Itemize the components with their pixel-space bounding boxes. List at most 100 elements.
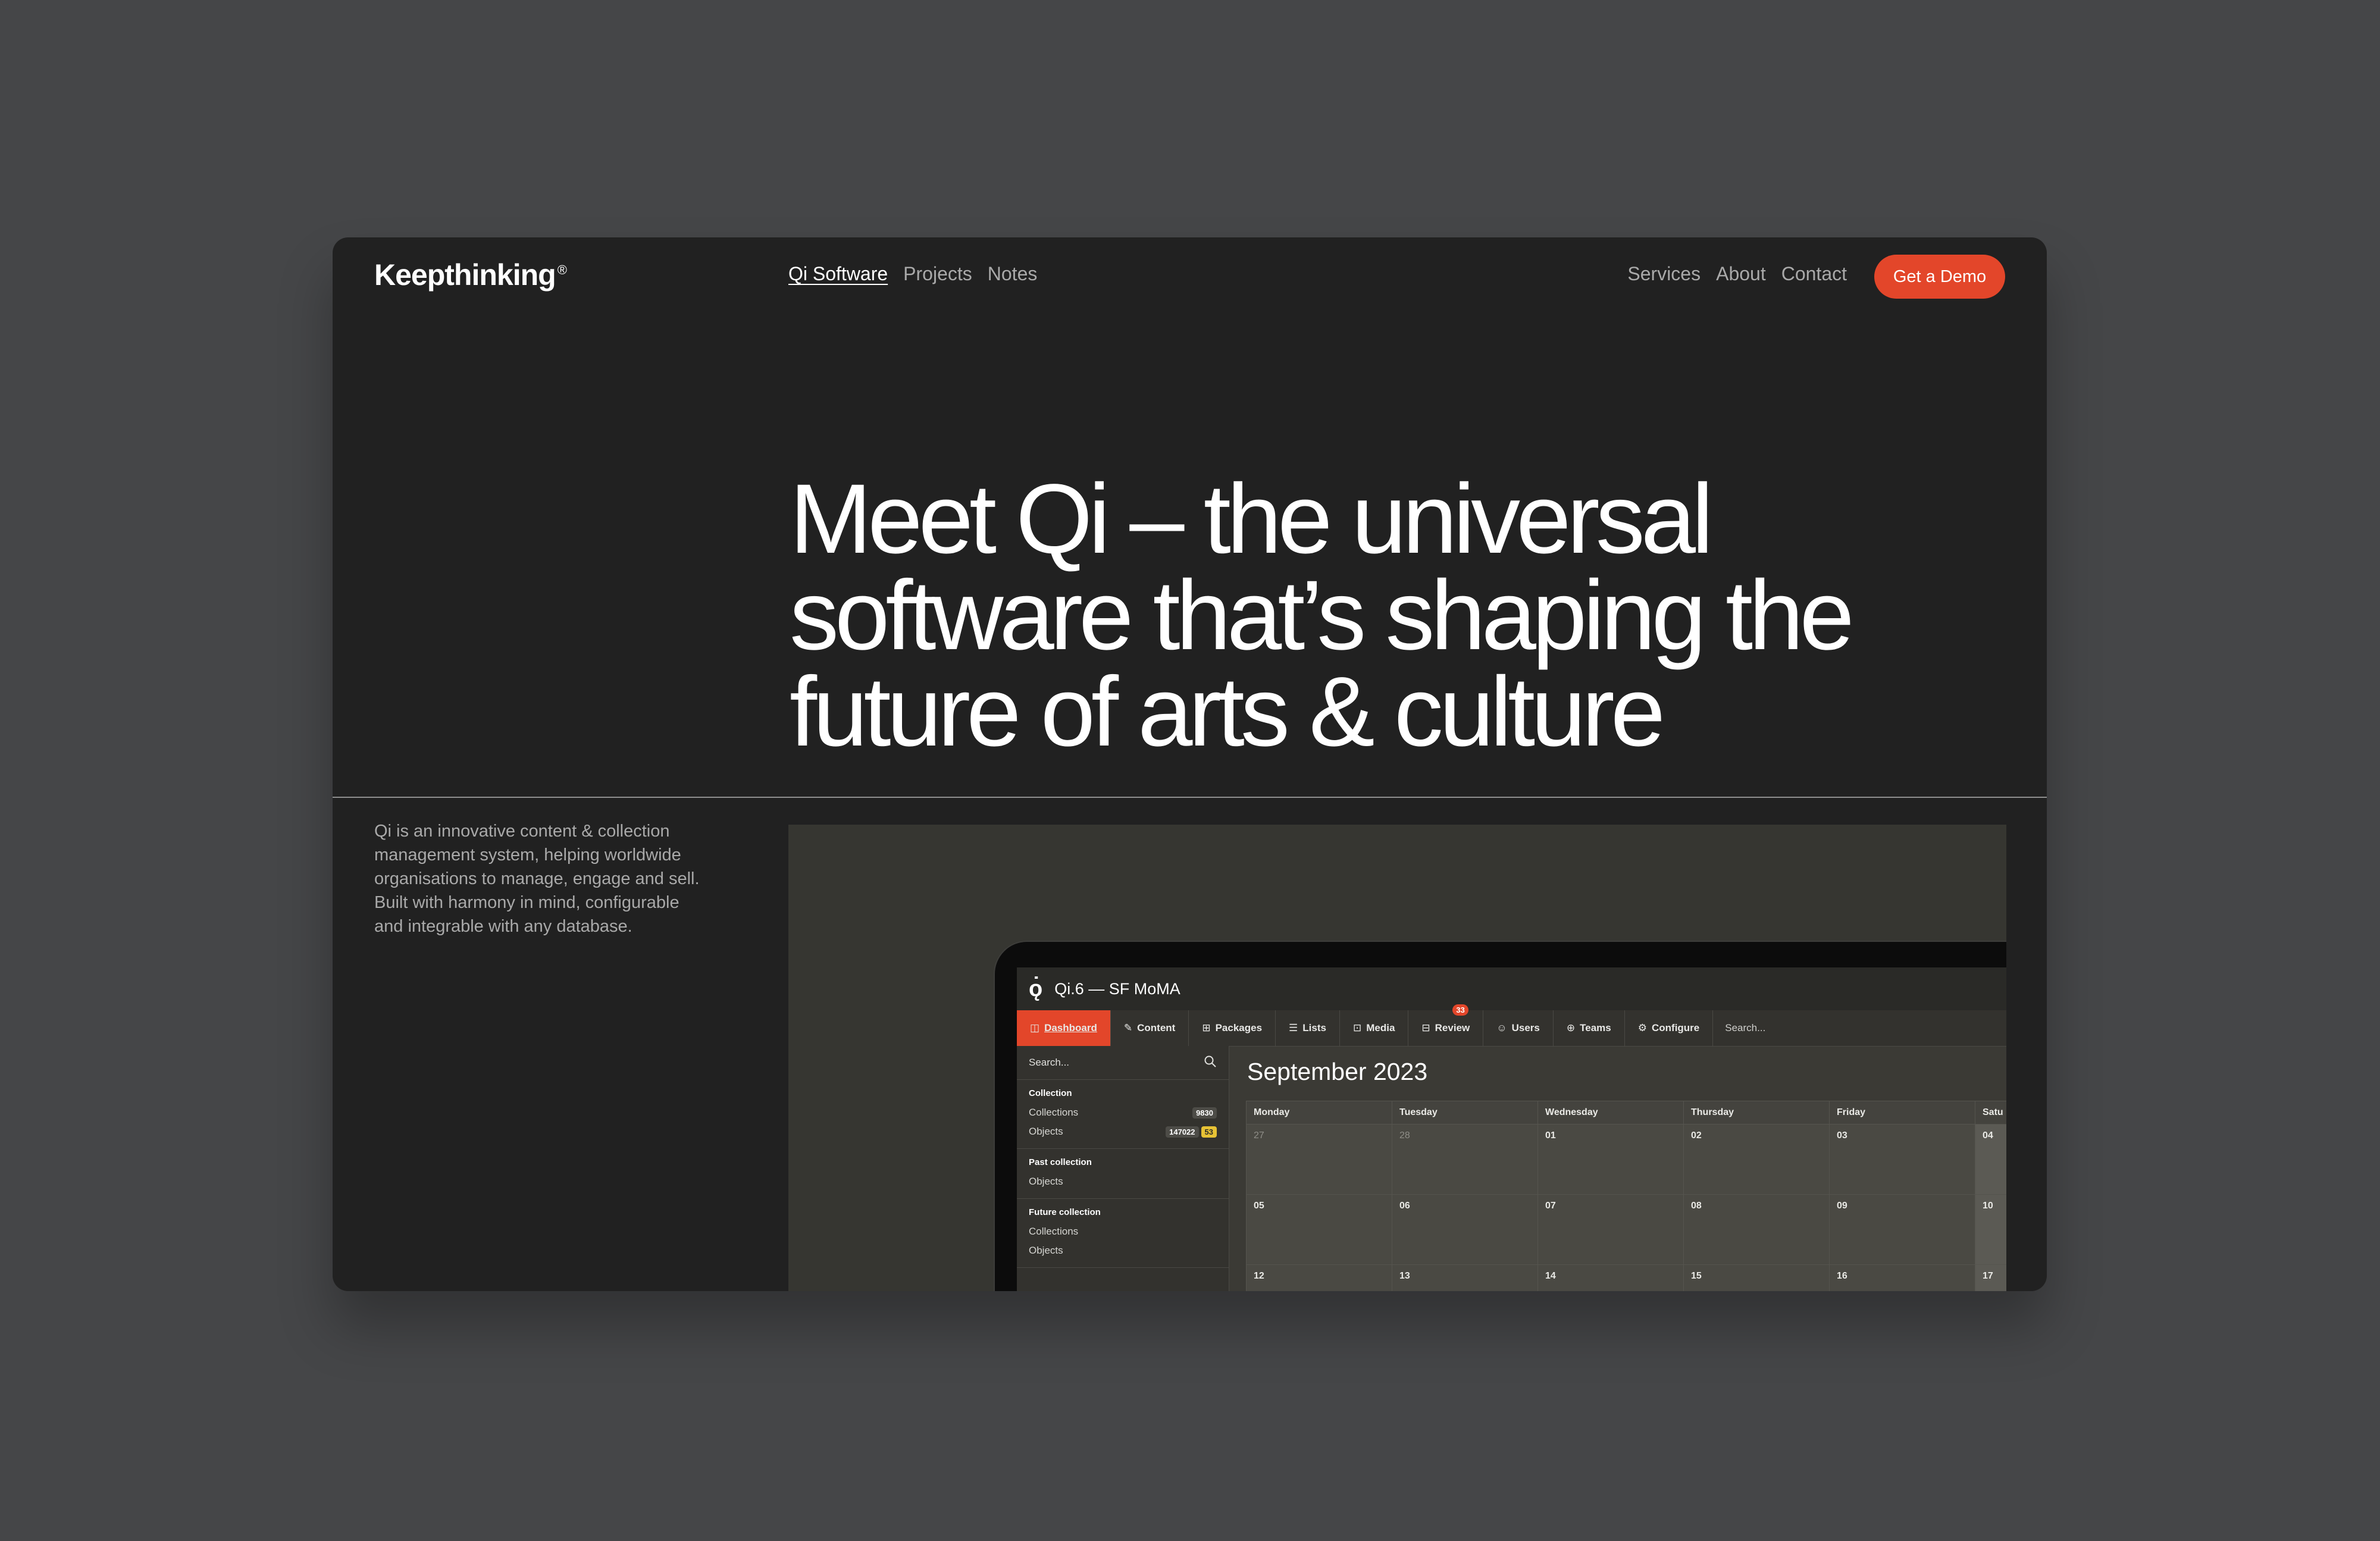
sidebar-item-label: Objects xyxy=(1029,1245,1063,1256)
calendar-day-cell[interactable]: 07 xyxy=(1538,1195,1684,1265)
sidebar-counts: 9830 xyxy=(1192,1107,1217,1119)
tab-dashboard[interactable]: ◫ Dashboard xyxy=(1017,1010,1111,1046)
calendar-day-cell[interactable]: 15 xyxy=(1684,1265,1830,1291)
sidebar-item[interactable]: Objects xyxy=(1029,1241,1217,1260)
calendar-day-cell[interactable]: 16 xyxy=(1830,1265,1975,1291)
nav-about[interactable]: About xyxy=(1716,263,1766,285)
sidebar-item-label: Collections xyxy=(1029,1107,1079,1118)
sidebar-item-label: Objects xyxy=(1029,1126,1063,1137)
users-icon: ☺ xyxy=(1496,1022,1507,1033)
tab-lists[interactable]: ☰ Lists xyxy=(1276,1010,1340,1046)
browser-window: Keepthinking ® Qi Software Projects Notes… xyxy=(333,237,2047,1291)
packages-icon: ⊞ xyxy=(1202,1022,1211,1033)
nav-projects[interactable]: Projects xyxy=(903,263,972,285)
sidebar-counts: 147022 53 xyxy=(1166,1126,1217,1138)
nav-contact[interactable]: Contact xyxy=(1781,263,1847,285)
primary-nav: Qi Software Projects Notes xyxy=(788,263,1037,285)
teams-icon: ⊕ xyxy=(1566,1022,1576,1033)
tab-label: Lists xyxy=(1302,1022,1326,1033)
tab-configure[interactable]: ⚙ Configure xyxy=(1625,1010,1714,1046)
secondary-nav: Services About Contact xyxy=(1627,263,1847,285)
sidebar-group-heading: Collection xyxy=(1029,1088,1072,1098)
sidebar-item[interactable]: Objects 147022 53 xyxy=(1029,1122,1217,1141)
review-icon: ⊟ xyxy=(1421,1022,1430,1033)
tab-label: Dashboard xyxy=(1044,1022,1097,1033)
calendar-day-cell[interactable]: 10 xyxy=(1975,1195,2006,1265)
intro-text: Qi is an innovative content & collection… xyxy=(374,819,719,938)
sidebar-group: Collection Collections 9830 Objects 147022 53 xyxy=(1017,1080,1229,1149)
calendar-day-cell[interactable]: 03 xyxy=(1830,1125,1975,1195)
sidebar-item-label: Collections xyxy=(1029,1226,1079,1237)
alert-count-badge: 53 xyxy=(1201,1126,1217,1138)
sidebar-search-input[interactable]: Search... xyxy=(1029,1057,1069,1069)
section-divider xyxy=(333,797,2047,798)
product-preview: ǫ̇ Qi.6 — SF MoMA ◫ Dashboard ✎ Content ⊞ Pac… xyxy=(788,825,2006,1291)
sidebar-search[interactable]: Search... xyxy=(1017,1046,1229,1080)
calendar-day-cell[interactable]: 17 xyxy=(1975,1265,2006,1291)
calendar-day-cell[interactable]: 12 xyxy=(1247,1265,1392,1291)
calendar-day-header: Friday xyxy=(1830,1101,1975,1125)
calendar-day-cell[interactable]: 05 xyxy=(1247,1195,1392,1265)
calendar-day-cell[interactable]: 14 xyxy=(1538,1265,1684,1291)
hero-heading: Meet Qi – the universal software that’s … xyxy=(790,464,2009,762)
calendar-day-cell[interactable]: 28 xyxy=(1392,1125,1538,1195)
calendar-day-cell[interactable]: 02 xyxy=(1684,1125,1830,1195)
hero-line: software that’s shaping the xyxy=(790,560,1855,671)
calendar-month-title: September 2023 xyxy=(1247,1058,1428,1085)
lists-icon: ☰ xyxy=(1289,1022,1298,1033)
sidebar-item[interactable]: Objects xyxy=(1029,1172,1217,1191)
calendar-day-header: Tuesday xyxy=(1392,1101,1538,1125)
get-demo-button[interactable]: Get a Demo xyxy=(1874,255,2005,299)
calendar-day-header: Wednesday xyxy=(1538,1101,1684,1125)
app-screen: ǫ̇ Qi.6 — SF MoMA ◫ Dashboard ✎ Content ⊞ Pac… xyxy=(1017,967,2006,1291)
qi-logo-icon: ǫ̇ xyxy=(1029,976,1043,1001)
sidebar-group: Past collection Objects xyxy=(1017,1149,1229,1199)
tab-label: Review xyxy=(1435,1022,1470,1033)
sidebar-item[interactable]: Collections xyxy=(1029,1222,1217,1241)
content-icon: ✎ xyxy=(1123,1022,1133,1033)
site-logo[interactable]: Keepthinking ® xyxy=(374,258,567,292)
tab-label: Content xyxy=(1137,1022,1176,1033)
tab-users[interactable]: ☺ Users xyxy=(1483,1010,1554,1046)
app-title-bar: ǫ̇ Qi.6 — SF MoMA xyxy=(1017,967,2006,1010)
calendar-grid: Monday Tuesday Wednesday Thursday Friday Satu… xyxy=(1246,1101,2006,1291)
search-icon[interactable] xyxy=(1204,1055,1217,1071)
configure-icon: ⚙ xyxy=(1637,1022,1647,1033)
tab-label: Users xyxy=(1511,1022,1540,1033)
nav-qi-software[interactable]: Qi Software xyxy=(788,263,888,285)
sidebar-item[interactable]: Collections 9830 xyxy=(1029,1103,1217,1122)
count-badge: 147022 xyxy=(1166,1126,1199,1138)
calendar-day-cell[interactable]: 27 xyxy=(1247,1125,1392,1195)
intro-line: Built with harmony in mind, configurable xyxy=(374,893,679,912)
calendar-day-cell[interactable]: 13 xyxy=(1392,1265,1538,1291)
tab-label: Media xyxy=(1366,1022,1395,1033)
app-tab-bar: ◫ Dashboard ✎ Content ⊞ Packages ☰ Lists ⊡ Media ⊟… xyxy=(1017,1004,2006,1047)
media-icon: ⊡ xyxy=(1352,1022,1362,1033)
tab-packages[interactable]: ⊞ Packages xyxy=(1189,1010,1276,1046)
count-badge: 9830 xyxy=(1192,1107,1217,1119)
calendar-day-cell[interactable]: 08 xyxy=(1684,1195,1830,1265)
tab-media[interactable]: ⊡ Media xyxy=(1340,1010,1409,1046)
nav-services[interactable]: Services xyxy=(1627,263,1701,285)
dashboard-icon: ◫ xyxy=(1030,1022,1040,1033)
nav-notes[interactable]: Notes xyxy=(988,263,1038,285)
sidebar-group-heading: Past collection xyxy=(1029,1157,1092,1167)
top-search-input[interactable]: Search... xyxy=(1713,1022,1765,1034)
app-sidebar: Search... Collection Collections 9830 Objec… xyxy=(1017,1046,1229,1291)
intro-line: organisations to manage, engage and sell… xyxy=(374,869,700,888)
intro-line: Qi is an innovative content & collection xyxy=(374,822,670,841)
sidebar-group: Future collection Collections Objects xyxy=(1017,1199,1229,1268)
calendar-day-cell[interactable]: 04 xyxy=(1975,1125,2006,1195)
sidebar-group-heading: Future collection xyxy=(1029,1207,1101,1217)
hero-line: Meet Qi – the universal xyxy=(790,464,1714,574)
tab-teams[interactable]: ⊕ Teams xyxy=(1554,1010,1625,1046)
calendar-day-cell[interactable]: 06 xyxy=(1392,1195,1538,1265)
tab-label: Teams xyxy=(1580,1022,1611,1033)
app-main: September 2023 Monday Tuesday Wednesday Thu… xyxy=(1229,1046,2006,1291)
calendar-day-header: Monday xyxy=(1247,1101,1392,1125)
tab-review[interactable]: ⊟ Review 33 xyxy=(1408,1004,1484,1046)
calendar-day-cell[interactable]: 09 xyxy=(1830,1195,1975,1265)
calendar-day-cell[interactable]: 01 xyxy=(1538,1125,1684,1195)
tab-content[interactable]: ✎ Content xyxy=(1111,1010,1189,1046)
sidebar-item-label: Objects xyxy=(1029,1176,1063,1187)
